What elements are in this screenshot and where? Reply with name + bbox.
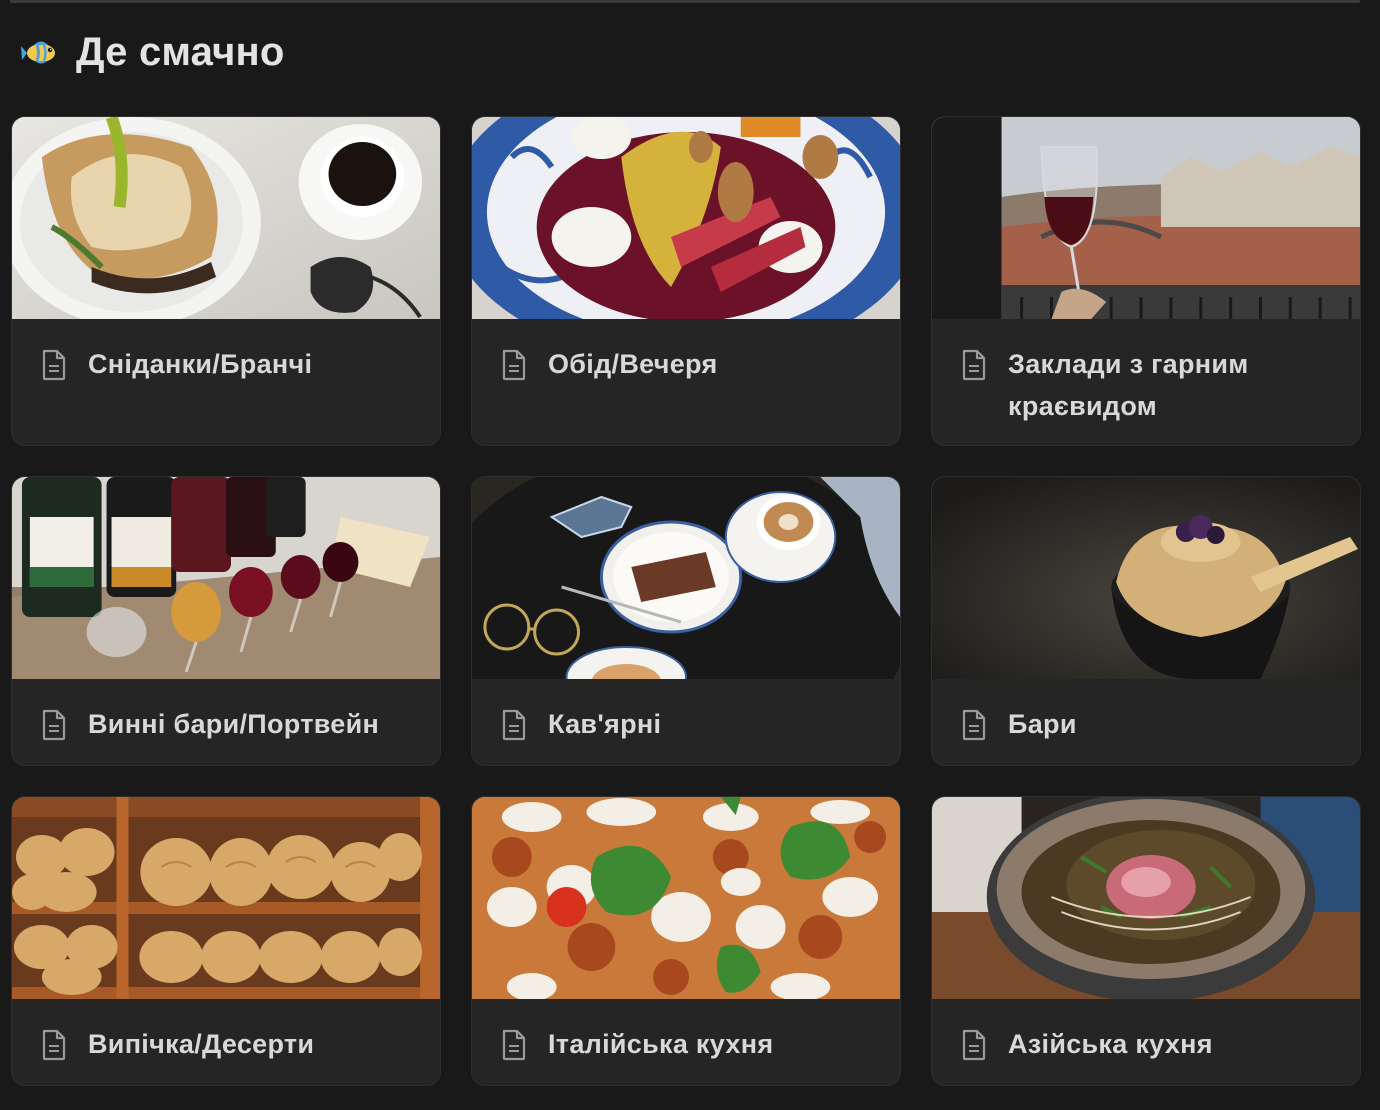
page-title: Де смачно <box>76 29 285 74</box>
card-title: Заклади з гарним краєвидом <box>1008 349 1249 421</box>
page-header: Де смачно <box>20 24 285 80</box>
card-cover-image <box>472 117 900 319</box>
page-icon <box>40 709 68 741</box>
card-cover-image <box>932 797 1360 999</box>
tropical-fish-icon <box>20 32 60 72</box>
gallery-card-wine-bars[interactable]: Винні бари/Портвейн <box>11 476 441 766</box>
page-icon <box>40 349 68 381</box>
card-cover-image <box>12 797 440 999</box>
gallery-card-bars[interactable]: Бари <box>931 476 1361 766</box>
card-cover-image <box>932 477 1360 679</box>
page-icon <box>960 1029 988 1061</box>
card-cover-image <box>932 117 1360 319</box>
page-icon <box>960 349 988 381</box>
card-cover-image <box>12 117 440 319</box>
card-title: Обід/Вечеря <box>548 349 718 379</box>
card-title: Винні бари/Портвейн <box>88 709 380 739</box>
gallery-card-lunch-dinner[interactable]: Обід/Вечеря <box>471 116 901 446</box>
card-title: Кав'ярні <box>548 709 662 739</box>
card-title: Бари <box>1008 709 1077 739</box>
page-icon <box>500 349 528 381</box>
top-divider <box>10 0 1360 3</box>
gallery-grid: Сніданки/Бранчі Обід/Вечеря Заклади з га… <box>11 116 1361 1086</box>
gallery-card-italian[interactable]: Італійська кухня <box>471 796 901 1086</box>
page-icon <box>500 1029 528 1061</box>
gallery-card-cafes[interactable]: Кав'ярні <box>471 476 901 766</box>
card-title: Випічка/Десерти <box>88 1029 315 1059</box>
page-icon <box>960 709 988 741</box>
gallery-card-breakfast[interactable]: Сніданки/Бранчі <box>11 116 441 446</box>
gallery-card-views[interactable]: Заклади з гарним краєвидом <box>931 116 1361 446</box>
card-title: Італійська кухня <box>548 1029 774 1059</box>
gallery-card-pastry[interactable]: Випічка/Десерти <box>11 796 441 1086</box>
page-icon <box>500 709 528 741</box>
card-title: Сніданки/Бранчі <box>88 349 313 379</box>
card-cover-image <box>472 797 900 999</box>
card-cover-image <box>12 477 440 679</box>
page-icon <box>40 1029 68 1061</box>
card-title: Азійська кухня <box>1008 1029 1213 1059</box>
card-cover-image <box>472 477 900 679</box>
gallery-card-asian[interactable]: Азійська кухня <box>931 796 1361 1086</box>
